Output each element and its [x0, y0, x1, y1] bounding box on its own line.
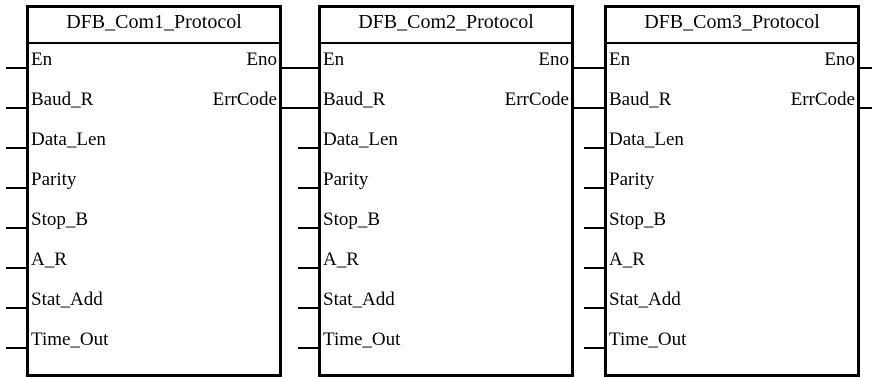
input-connector[interactable] — [6, 107, 28, 109]
input-pin-label: Stat_Add — [609, 289, 681, 310]
function-block-2[interactable]: DFB_Com2_Protocol En Baud_R Data_Len Parity S… — [318, 5, 574, 377]
title-divider — [29, 42, 279, 44]
output-connector[interactable] — [858, 107, 872, 109]
input-pin-label: Time_Out — [323, 329, 401, 350]
input-connector[interactable] — [584, 147, 606, 149]
input-pin-label: Parity — [31, 169, 77, 190]
input-connector[interactable] — [298, 67, 320, 69]
output-connector[interactable] — [858, 67, 872, 69]
input-connector[interactable] — [584, 267, 606, 269]
input-connector[interactable] — [298, 107, 320, 109]
title-divider — [607, 42, 857, 44]
function-block-1[interactable]: DFB_Com1_Protocol En Baud_R Data_Len Parity S… — [26, 5, 282, 377]
output-pin-label: ErrCode — [790, 89, 855, 110]
output-pin-label: Eno — [246, 49, 277, 70]
output-pin-label: ErrCode — [212, 89, 277, 110]
output-pin-label: Eno — [538, 49, 569, 70]
input-connector[interactable] — [584, 67, 606, 69]
input-pin-label: Stop_B — [323, 209, 381, 230]
block-title: DFB_Com2_Protocol — [358, 11, 534, 33]
input-pin-label: Time_Out — [609, 329, 687, 350]
input-pin-label: Baud_R — [323, 89, 386, 110]
input-connector[interactable] — [6, 227, 28, 229]
input-connector[interactable] — [6, 347, 28, 349]
block-title: DFB_Com1_Protocol — [66, 11, 242, 33]
input-pin-label: Stat_Add — [31, 289, 103, 310]
input-connector[interactable] — [584, 307, 606, 309]
input-pin-label: En — [323, 49, 345, 70]
input-connector[interactable] — [298, 347, 320, 349]
input-pin-label: Data_Len — [323, 129, 398, 150]
input-connector[interactable] — [6, 67, 28, 69]
output-pin-label: Eno — [824, 49, 855, 70]
input-pin-label: Baud_R — [609, 89, 672, 110]
input-connector[interactable] — [584, 347, 606, 349]
input-pin-label: Time_Out — [31, 329, 109, 350]
input-connector[interactable] — [6, 267, 28, 269]
input-pin-label: Data_Len — [31, 129, 106, 150]
input-pin-label: En — [609, 49, 631, 70]
input-connector[interactable] — [298, 267, 320, 269]
input-pin-label: Parity — [323, 169, 369, 190]
input-pin-label: Stop_B — [31, 209, 89, 230]
input-connector[interactable] — [298, 147, 320, 149]
input-connector[interactable] — [298, 227, 320, 229]
input-pin-label: Stat_Add — [323, 289, 395, 310]
input-connector[interactable] — [584, 107, 606, 109]
input-connector[interactable] — [6, 147, 28, 149]
function-block-3[interactable]: DFB_Com3_Protocol En Baud_R Data_Len Parity S… — [604, 5, 860, 377]
input-connector[interactable] — [298, 187, 320, 189]
input-pin-label: A_R — [323, 249, 359, 270]
input-pin-label: Stop_B — [609, 209, 667, 230]
output-pin-label: ErrCode — [504, 89, 569, 110]
input-connector[interactable] — [6, 187, 28, 189]
title-divider — [321, 42, 571, 44]
input-pin-label: A_R — [609, 249, 645, 270]
input-connector[interactable] — [584, 227, 606, 229]
input-pin-label: Data_Len — [609, 129, 684, 150]
input-pin-label: Baud_R — [31, 89, 94, 110]
input-pin-label: Parity — [609, 169, 655, 190]
input-connector[interactable] — [298, 307, 320, 309]
block-title: DFB_Com3_Protocol — [644, 11, 820, 33]
function-block-diagram: DFB_Com1_Protocol En Baud_R Data_Len Parity S… — [0, 0, 872, 377]
input-connector[interactable] — [6, 307, 28, 309]
input-pin-label: A_R — [31, 249, 67, 270]
input-connector[interactable] — [584, 187, 606, 189]
input-pin-label: En — [31, 49, 53, 70]
